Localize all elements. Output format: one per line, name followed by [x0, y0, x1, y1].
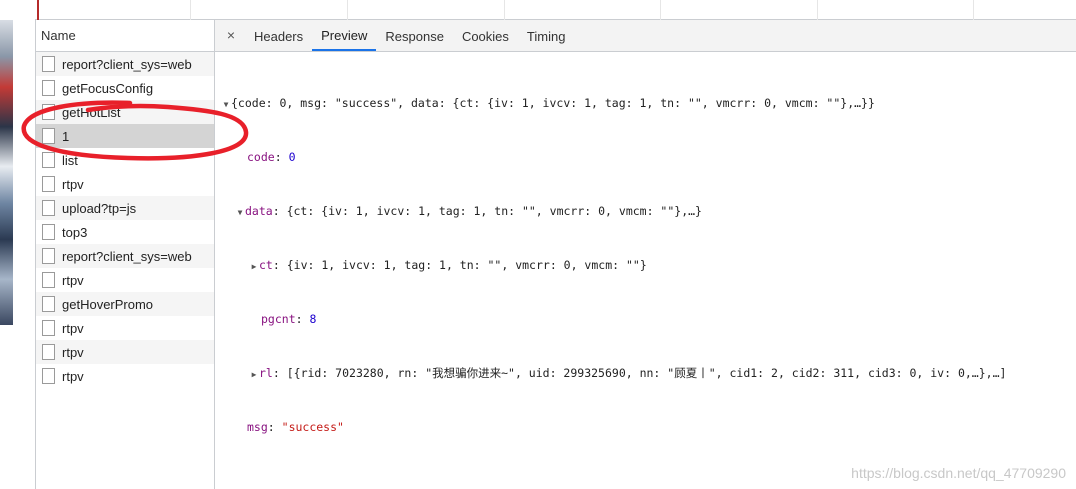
json-preview: ▼ {code: 0, msg: "success", data: {ct: {i… [215, 52, 1076, 472]
request-row[interactable]: rtpv [36, 268, 214, 292]
network-timeline[interactable] [35, 0, 1076, 20]
request-row[interactable]: getHotList [36, 100, 214, 124]
json-data-summary: {ct: {iv: 1, ivcv: 1, tag: 1, tn: "", vm… [286, 204, 702, 218]
request-details-panel: × Headers Preview Response Cookies Timin… [215, 20, 1076, 489]
file-icon [42, 368, 55, 384]
timeline-tick [817, 0, 818, 20]
file-icon [42, 104, 55, 120]
request-name: rtpv [62, 176, 84, 192]
page-background-image [0, 20, 13, 325]
file-icon [42, 248, 55, 264]
tab-preview[interactable]: Preview [312, 20, 377, 51]
collapsed-triangle-icon[interactable]: ▶ [249, 258, 259, 276]
json-key-msg: msg [247, 420, 268, 434]
request-name: report?client_sys=web [62, 56, 192, 72]
request-name: 1 [62, 128, 70, 144]
json-rl-summary: [{rid: 7023280, rn: "我想骗你进来~", uid: 2993… [286, 366, 1007, 380]
json-key-ct: ct [259, 258, 273, 272]
json-value-msg: "success" [281, 420, 344, 434]
file-icon [42, 224, 55, 240]
page-background-strip [0, 0, 13, 489]
request-name: upload?tp=js [62, 200, 137, 216]
json-key-code: code [247, 150, 275, 164]
timeline-tick [190, 0, 191, 20]
request-row[interactable]: top3 [36, 220, 214, 244]
json-value-pgcnt: 8 [309, 312, 317, 326]
request-row[interactable]: rtpv [36, 172, 214, 196]
expanded-triangle-icon[interactable]: ▼ [221, 96, 231, 114]
json-ct-summary: {iv: 1, ivcv: 1, tag: 1, tn: "", vmcrr: … [286, 258, 647, 272]
watermark-text: https://blog.csdn.net/qq_47709290 [851, 465, 1066, 481]
request-name: top3 [62, 224, 88, 240]
request-row[interactable]: 1 [36, 124, 214, 148]
request-row[interactable]: rtpv [36, 364, 214, 388]
timeline-marker [37, 0, 39, 20]
expanded-triangle-icon[interactable]: ▼ [235, 204, 245, 222]
json-root-line[interactable]: ▼ {code: 0, msg: "success", data: {ct: {i… [215, 94, 1076, 112]
file-icon [42, 320, 55, 336]
file-icon [42, 56, 55, 72]
request-name: rtpv [62, 344, 84, 360]
json-key-pgcnt: pgcnt [261, 312, 296, 326]
request-row[interactable]: getFocusConfig [36, 76, 214, 100]
request-row[interactable]: getHoverPromo [36, 292, 214, 316]
name-column-header[interactable]: Name [36, 20, 214, 52]
request-row[interactable]: report?client_sys=web [36, 52, 214, 76]
request-row[interactable]: rtpv [36, 340, 214, 364]
request-name: getHoverPromo [62, 296, 154, 312]
timeline-tick [660, 0, 661, 20]
file-icon [42, 80, 55, 96]
json-rl-line[interactable]: ▶ rl: [{rid: 7023280, rn: "我想骗你进来~", uid:… [215, 364, 1076, 382]
timeline-tick [973, 0, 974, 20]
file-icon [42, 296, 55, 312]
request-name: rtpv [62, 320, 84, 336]
request-row[interactable]: upload?tp=js [36, 196, 214, 220]
tab-timing[interactable]: Timing [518, 20, 575, 51]
json-ct-line[interactable]: ▶ ct: {iv: 1, ivcv: 1, tag: 1, tn: "", vm… [215, 256, 1076, 274]
details-tabbar: × Headers Preview Response Cookies Timin… [215, 20, 1076, 52]
file-icon [42, 128, 55, 144]
request-name: rtpv [62, 368, 84, 384]
json-msg-line: msg: "success" [247, 420, 344, 434]
collapsed-triangle-icon[interactable]: ▶ [249, 366, 259, 384]
request-name: rtpv [62, 272, 84, 288]
request-name: report?client_sys=web [62, 248, 192, 264]
json-pgcnt-line: pgcnt: 8 [261, 312, 317, 326]
request-row[interactable]: rtpv [36, 316, 214, 340]
request-rows: report?client_sys=web getFocusConfig getHo… [36, 52, 214, 388]
tab-cookies[interactable]: Cookies [453, 20, 518, 51]
timeline-tick [504, 0, 505, 20]
file-icon [42, 344, 55, 360]
json-key-data: data [245, 204, 273, 218]
file-icon [42, 152, 55, 168]
file-icon [42, 176, 55, 192]
request-name-list: Name report?client_sys=web getFocusConfig… [35, 20, 215, 489]
tab-headers[interactable]: Headers [245, 20, 312, 51]
json-data-line[interactable]: ▼ data: {ct: {iv: 1, ivcv: 1, tag: 1, tn:… [215, 202, 1076, 220]
close-icon[interactable]: × [221, 20, 241, 51]
request-name: getHotList [62, 104, 121, 120]
tab-response[interactable]: Response [376, 20, 453, 51]
file-icon [42, 200, 55, 216]
request-row[interactable]: list [36, 148, 214, 172]
json-code-line: code: 0 [247, 150, 296, 164]
request-name: list [62, 152, 78, 168]
request-name: getFocusConfig [62, 80, 154, 96]
json-key-rl: rl [259, 366, 273, 380]
file-icon [42, 272, 55, 288]
timeline-tick [347, 0, 348, 20]
json-root-summary: {code: 0, msg: "success", data: {ct: {iv… [231, 96, 875, 110]
json-value-code: 0 [288, 150, 296, 164]
request-row[interactable]: report?client_sys=web [36, 244, 214, 268]
